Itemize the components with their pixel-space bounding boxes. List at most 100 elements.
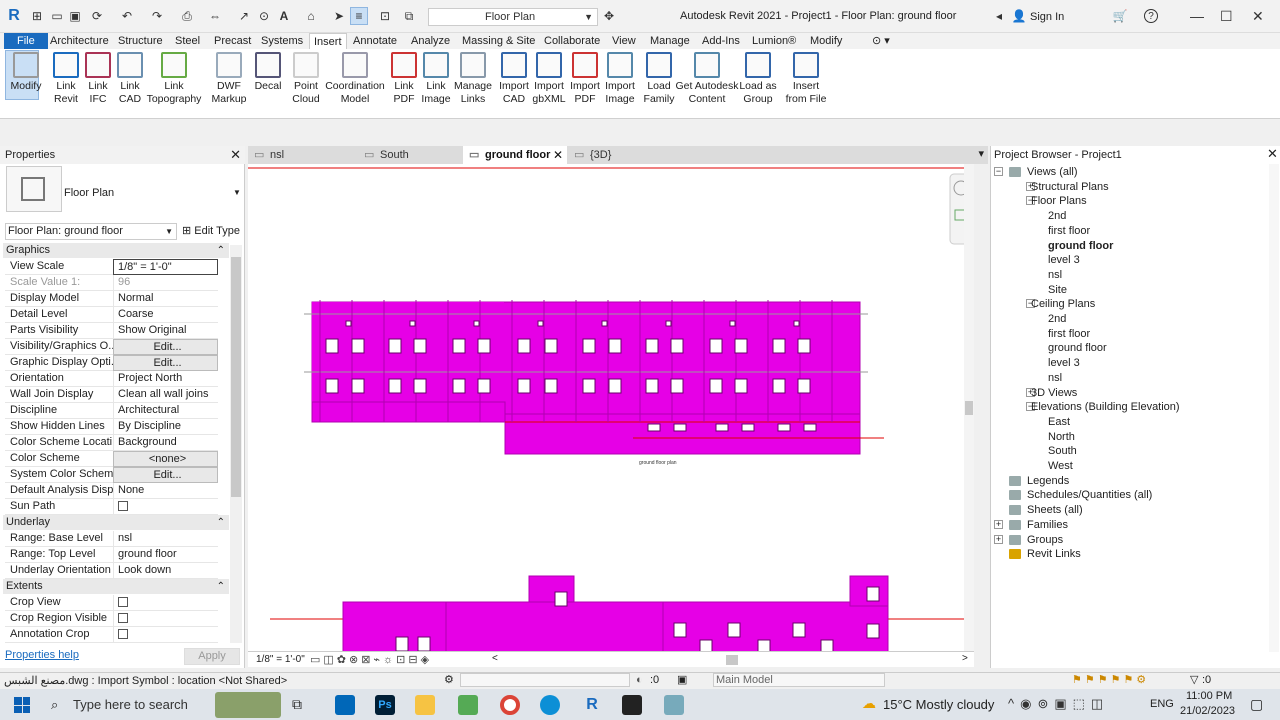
thin-lines-icon[interactable]: ≡ bbox=[350, 7, 368, 25]
tab-steel[interactable]: Steel bbox=[171, 33, 204, 49]
browser-node[interactable]: level 3 bbox=[1048, 253, 1080, 267]
store-icon[interactable] bbox=[335, 695, 355, 715]
view-controls-icons[interactable]: ▭◫✿⊗⊠⌁☼⊡⊟◈ bbox=[310, 653, 432, 666]
file-explorer-icon[interactable] bbox=[415, 695, 435, 715]
property-value[interactable]: Clean all wall joins bbox=[113, 387, 218, 403]
link-cad-button[interactable]: Link CAD bbox=[113, 52, 147, 105]
checkbox[interactable] bbox=[118, 501, 128, 511]
checkbox[interactable] bbox=[118, 597, 128, 607]
scroll-right-icon[interactable]: > bbox=[962, 653, 968, 664]
property-edit-button[interactable]: Edit... bbox=[113, 467, 218, 483]
tab-collaborate[interactable]: Collaborate bbox=[540, 33, 604, 49]
property-value[interactable]: ground floor bbox=[113, 547, 218, 563]
notifications-icon[interactable]: ▢ bbox=[1250, 696, 1263, 713]
section-underlay[interactable]: Underlay ⌃ bbox=[3, 515, 229, 530]
import-image-button[interactable]: Import Image bbox=[600, 52, 640, 105]
tab-structure[interactable]: Structure bbox=[114, 33, 167, 49]
import-pdf-button[interactable]: Import PDF bbox=[566, 52, 604, 105]
browser-node[interactable]: Ceiling Plans bbox=[1031, 297, 1095, 311]
browser-node[interactable]: Structural Plans bbox=[1031, 180, 1109, 194]
browser-node[interactable]: 2nd bbox=[1048, 312, 1066, 326]
browser-node[interactable]: 3D Views bbox=[1031, 386, 1077, 400]
properties-help-link[interactable]: Properties help bbox=[5, 649, 79, 661]
photoshop-icon[interactable]: Ps bbox=[375, 695, 395, 715]
checkbox[interactable] bbox=[118, 613, 128, 623]
scroll-left-icon[interactable]: < bbox=[492, 653, 498, 664]
workset-combo[interactable] bbox=[460, 673, 630, 687]
browser-node[interactable]: nsl bbox=[1048, 371, 1062, 385]
property-value[interactable]: nsl bbox=[113, 531, 218, 547]
tab-lumion-[interactable]: Lumion® bbox=[748, 33, 800, 49]
tray-icons[interactable]: ^◉⊚▣⬚◫ bbox=[1008, 696, 1109, 712]
worksets-icon[interactable]: ⚙ bbox=[444, 673, 454, 686]
instance-selector[interactable]: Floor Plan: ground floor ▼ bbox=[5, 223, 177, 240]
property-value[interactable]: Look down bbox=[113, 563, 218, 579]
design-options-icon[interactable]: ▣ bbox=[677, 673, 687, 686]
sign-in-link[interactable]: Sign In bbox=[1030, 11, 1064, 23]
tab-view[interactable]: View bbox=[608, 33, 640, 49]
browser-node[interactable]: Legends bbox=[1027, 474, 1069, 488]
collapse-icon[interactable]: ⌃ bbox=[217, 243, 225, 258]
browser-node[interactable]: Elevations (Building Elevation) bbox=[1031, 400, 1180, 414]
browser-node[interactable]: West bbox=[1048, 459, 1073, 473]
browser-node[interactable]: ground floor bbox=[1048, 341, 1107, 355]
browser-node[interactable]: Floor Plans bbox=[1031, 194, 1087, 208]
edit-type-button[interactable]: ⊞ Edit Type bbox=[182, 224, 240, 237]
windows-start-icon[interactable] bbox=[14, 697, 30, 713]
revit-logo-icon[interactable]: R bbox=[7, 7, 21, 24]
app-icon[interactable] bbox=[458, 695, 478, 715]
browser-node[interactable]: first floor bbox=[1048, 224, 1090, 238]
get-autodesk-content-button[interactable]: Get Autodesk Content bbox=[672, 52, 742, 105]
view-scale[interactable]: 1/8" = 1'-0" bbox=[256, 654, 305, 665]
chrome-icon[interactable] bbox=[500, 695, 520, 715]
browser-node[interactable]: South bbox=[1048, 444, 1077, 458]
undo-icon[interactable]: ↶ bbox=[120, 9, 134, 23]
browser-node[interactable]: level 3 bbox=[1048, 356, 1080, 370]
tab-precast[interactable]: Precast bbox=[210, 33, 255, 49]
taskbar-search[interactable]: Type here to search bbox=[73, 697, 188, 712]
link-revit-button[interactable]: Link Revit bbox=[49, 52, 83, 105]
contextual-tab-icon[interactable]: ⊙ ▾ bbox=[868, 33, 894, 49]
close-tab-icon[interactable]: ✕ bbox=[553, 146, 563, 164]
property-value[interactable]: Background bbox=[113, 435, 218, 451]
measure-icon[interactable]: ⇔ bbox=[208, 9, 222, 23]
collapse-icon[interactable]: ⌃ bbox=[217, 579, 225, 594]
app2-icon[interactable] bbox=[664, 695, 684, 715]
tabs-menu-icon[interactable]: ▾ bbox=[978, 147, 984, 160]
property-value[interactable]: 1/8" = 1'-0" bbox=[113, 259, 218, 275]
import-cad-button[interactable]: Import CAD bbox=[494, 52, 534, 105]
drawing-canvas[interactable]: ground floor plan bbox=[248, 164, 974, 651]
tab-manage[interactable]: Manage bbox=[646, 33, 694, 49]
help-icon[interactable]: ? bbox=[1144, 9, 1158, 23]
section-icon[interactable]: ➤ bbox=[332, 9, 346, 23]
property-value[interactable]: By Discipline bbox=[113, 419, 218, 435]
property-value[interactable]: Normal bbox=[113, 291, 218, 307]
browser-node[interactable]: East bbox=[1048, 415, 1070, 429]
section-graphics[interactable]: Graphics ⌃ bbox=[3, 243, 229, 258]
property-checkbox[interactable] bbox=[113, 499, 218, 515]
collapse-icon[interactable]: − bbox=[994, 167, 1003, 176]
home-icon[interactable]: ⊞ bbox=[30, 9, 44, 23]
filter-icon[interactable]: ▽ bbox=[1190, 673, 1198, 686]
editing-requests-icon[interactable]: ◐ bbox=[636, 674, 643, 686]
view-tab-south[interactable]: ▭ South bbox=[358, 146, 462, 164]
load-as-group-button[interactable]: Load as Group bbox=[736, 52, 780, 105]
clock-date[interactable]: 21/02/2023 bbox=[1180, 705, 1235, 717]
property-checkbox[interactable] bbox=[113, 627, 218, 643]
manage-links-button[interactable]: Manage Links bbox=[450, 52, 496, 105]
tag-icon[interactable]: ⊙ bbox=[257, 9, 271, 23]
language-indicator[interactable]: ENG bbox=[1150, 698, 1174, 710]
3d-icon[interactable]: ⌂ bbox=[304, 9, 318, 23]
close-icon[interactable]: ✕ bbox=[1267, 146, 1278, 162]
maximize-button[interactable]: ☐ bbox=[1220, 8, 1233, 25]
browser-scrollbar[interactable] bbox=[1269, 164, 1279, 652]
edge-icon[interactable] bbox=[540, 695, 560, 715]
decal-button[interactable]: Decal bbox=[250, 52, 286, 93]
tab-massing-site[interactable]: Massing & Site bbox=[458, 33, 539, 49]
expand-icon[interactable]: + bbox=[994, 534, 1003, 544]
dimension-icon[interactable]: ↗ bbox=[237, 9, 251, 23]
properties-scrollbar[interactable] bbox=[230, 245, 242, 643]
cart-icon[interactable]: 🛒 bbox=[1113, 9, 1128, 23]
task-view-icon[interactable]: ⧉ bbox=[292, 696, 302, 713]
tab-add-ins[interactable]: Add-Ins bbox=[698, 33, 744, 49]
